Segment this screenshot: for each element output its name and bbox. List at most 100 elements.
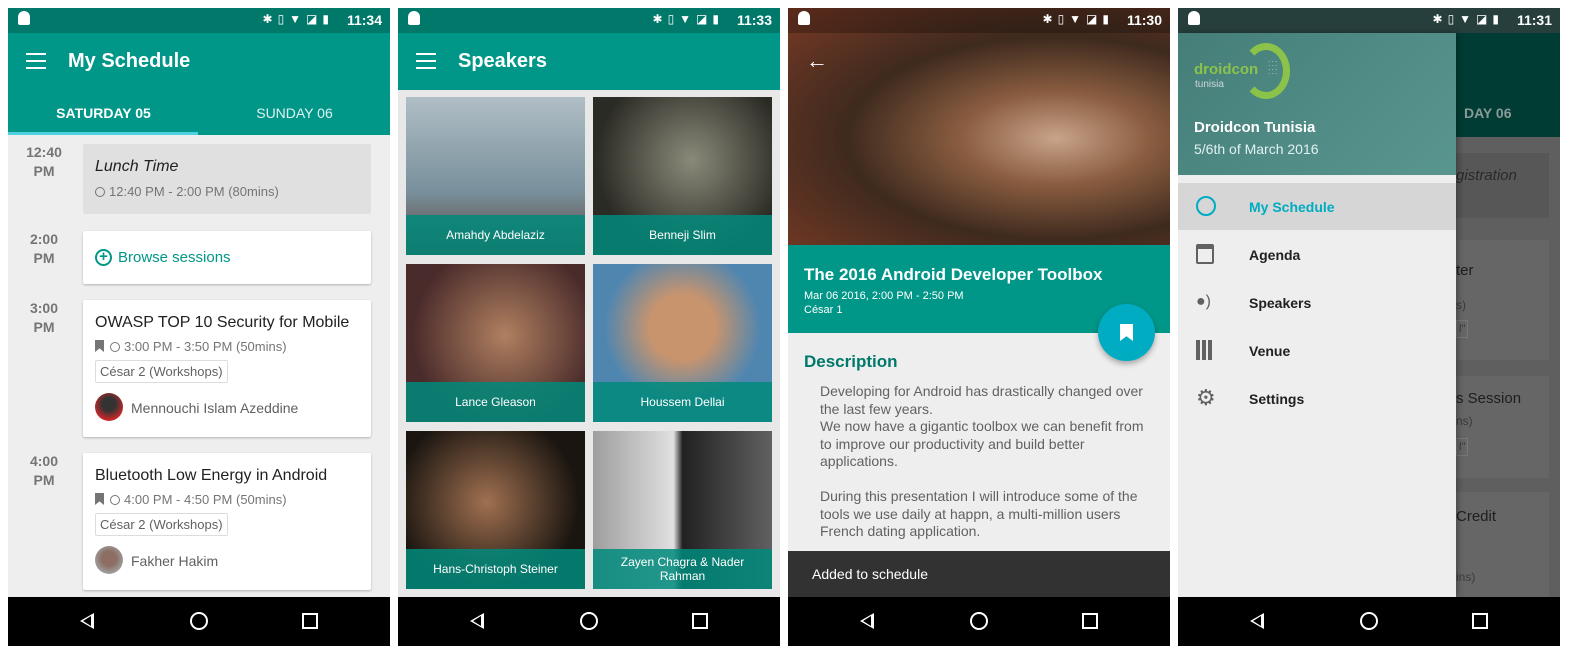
- speaker-tile[interactable]: Benneji Slim: [593, 97, 772, 255]
- tab-saturday[interactable]: SATURDAY 05: [8, 105, 199, 121]
- session-card[interactable]: OWASP TOP 10 Security for Mobile 3:00 PM…: [83, 300, 371, 437]
- speaker-tile[interactable]: Houssem Dellai: [593, 264, 772, 422]
- home-icon[interactable]: [970, 612, 988, 630]
- droidcon-logo: droidcon tunisia ::::::: [1194, 41, 1304, 101]
- browse-sessions-button[interactable]: + Browse sessions: [83, 231, 371, 284]
- status-bar: ✱▯▼◪▮ 11:31: [1178, 8, 1560, 33]
- recents-icon[interactable]: [1082, 613, 1098, 629]
- drawer-item-my-schedule[interactable]: My Schedule: [1178, 183, 1456, 230]
- dimmed-text: Credit: [1456, 508, 1497, 525]
- speaker-name: Amahdy Abdelaziz: [406, 215, 585, 255]
- drawer-item-label: Agenda: [1249, 247, 1301, 263]
- recents-icon[interactable]: [692, 613, 708, 629]
- system-nav-bar: [8, 597, 390, 646]
- home-icon[interactable]: [190, 612, 208, 630]
- back-arrow-icon[interactable]: ←: [806, 48, 828, 74]
- add-circle-icon: +: [95, 249, 112, 266]
- gear-icon: ⚙: [1196, 385, 1216, 410]
- status-icons: ✱▯▼◪▮: [1042, 12, 1114, 26]
- speaker-name: Houssem Dellai: [593, 382, 772, 422]
- dimmed-text: s): [1456, 298, 1466, 312]
- drawer-item-label: My Schedule: [1249, 199, 1335, 215]
- speaker-icon: ●): [1196, 293, 1211, 310]
- status-bar: ✱▯▼◪▮ 11:34: [8, 8, 390, 33]
- logo-subtext: tunisia: [1195, 79, 1224, 90]
- tab-sunday[interactable]: SUNDAY 06: [199, 105, 390, 121]
- speaker-avatar: [95, 546, 123, 574]
- drawer-item-speakers[interactable]: ●) Speakers: [1178, 279, 1456, 326]
- lunch-card[interactable]: Lunch Time 12:40 PM - 2:00 PM (80mins): [83, 144, 371, 214]
- drawer-item-agenda[interactable]: Agenda: [1178, 231, 1456, 278]
- dimmed-tab: DAY 06: [1464, 105, 1512, 121]
- back-icon[interactable]: [860, 613, 874, 629]
- bookmark-fab[interactable]: [1098, 304, 1155, 361]
- dimmed-text: gistration: [1456, 167, 1517, 184]
- android-icon: [408, 11, 420, 25]
- dimmed-card: s Session ns) l": [1456, 376, 1549, 478]
- drawer-item-venue[interactable]: Venue: [1178, 327, 1456, 374]
- speaker-tile[interactable]: Lance Gleason: [406, 264, 585, 422]
- status-bar: ✱▯▼◪▮ 11:30: [788, 8, 1170, 33]
- drawer-screen: ✱▯▼◪▮ 11:31 DAY 06 gistration ter s) l" s…: [1178, 8, 1560, 646]
- page-title: My Schedule: [68, 50, 191, 72]
- session-time: 3:00 PM - 3:50 PM (50mins): [95, 339, 287, 354]
- status-time: 11:33: [736, 12, 772, 28]
- session-card[interactable]: Bluetooth Low Energy in Android 4:00 PM …: [83, 453, 371, 590]
- description-text: Developing for Android has drastically c…: [820, 383, 1144, 469]
- dimmed-card: gistration: [1456, 153, 1549, 218]
- session-title: OWASP TOP 10 Security for Mobile: [95, 314, 350, 331]
- home-icon[interactable]: [580, 612, 598, 630]
- drawer-header: droidcon tunisia :::::: Droidcon Tunisia…: [1178, 33, 1456, 175]
- bookmark-icon: [95, 493, 104, 505]
- status-time: 11:34: [346, 12, 382, 28]
- speaker-tile[interactable]: Amahdy Abdelaziz: [406, 97, 585, 255]
- back-icon[interactable]: [1250, 613, 1264, 629]
- room-badge: César 2 (Workshops): [95, 513, 228, 536]
- drawer-item-label: Settings: [1249, 391, 1305, 407]
- status-time: 11:30: [1126, 12, 1162, 28]
- speaker-tile[interactable]: Hans-Christoph Steiner: [406, 431, 585, 589]
- back-icon[interactable]: [470, 613, 484, 629]
- logo-dots: ::::::: [1268, 58, 1279, 76]
- clock-icon: [1196, 196, 1216, 216]
- speaker-name: Lance Gleason: [406, 382, 585, 422]
- day-tabs: SATURDAY 05 SUNDAY 06: [8, 90, 390, 135]
- dimmed-text: ter: [1456, 262, 1474, 279]
- speaker-tile[interactable]: Zayen Chagra & Nader Rahman: [593, 431, 772, 589]
- app-bar: Speakers: [398, 33, 780, 90]
- clock-icon: [110, 342, 120, 352]
- room-badge: César 2 (Workshops): [95, 360, 228, 383]
- system-nav-bar: [398, 597, 780, 646]
- schedule-screen: ✱▯▼◪▮ 11:34 My Schedule SATURDAY 05 SUNDA…: [8, 8, 390, 646]
- status-icons: ✱▯▼◪▮: [652, 12, 724, 26]
- speaker-name: Zayen Chagra & Nader Rahman: [593, 549, 772, 589]
- slot-time: 12:40 PM: [26, 144, 62, 179]
- speaker-name: Hans-Christoph Steiner: [406, 549, 585, 589]
- description-text: During this presentation I will introduc…: [820, 488, 1138, 539]
- speaker-avatar: [95, 393, 123, 421]
- session-title: Lunch Time: [95, 158, 179, 175]
- navigation-drawer: droidcon tunisia :::::: Droidcon Tunisia…: [1178, 33, 1456, 597]
- speaker-name: Fakher Hakim: [131, 553, 219, 569]
- drawer-item-settings[interactable]: ⚙ Settings: [1178, 375, 1456, 422]
- dimmed-text: l": [1456, 320, 1469, 338]
- menu-icon[interactable]: [26, 53, 46, 69]
- bookmark-icon: [1120, 324, 1133, 341]
- snackbar: Added to schedule: [788, 551, 1170, 597]
- system-nav-bar: [788, 597, 1170, 646]
- menu-icon[interactable]: [416, 53, 436, 69]
- recents-icon[interactable]: [1472, 613, 1488, 629]
- drawer-item-label: Venue: [1249, 343, 1291, 359]
- status-bar: ✱▯▼◪▮ 11:33: [398, 8, 780, 33]
- session-detail-screen: ✱▯▼◪▮ 11:30 ← The 2016 Android Developer …: [788, 8, 1170, 646]
- app-bar: My Schedule: [8, 33, 390, 90]
- recents-icon[interactable]: [302, 613, 318, 629]
- logo-text: droidcon: [1194, 61, 1259, 78]
- home-icon[interactable]: [1360, 612, 1378, 630]
- session-datetime: Mar 06 2016, 2:00 PM - 2:50 PM: [804, 290, 964, 302]
- android-icon: [798, 11, 810, 25]
- dimmed-app-bar: DAY 06: [1456, 33, 1560, 137]
- back-icon[interactable]: [80, 613, 94, 629]
- slot-time: 2:00 PM: [29, 231, 59, 266]
- page-title: Speakers: [458, 50, 547, 72]
